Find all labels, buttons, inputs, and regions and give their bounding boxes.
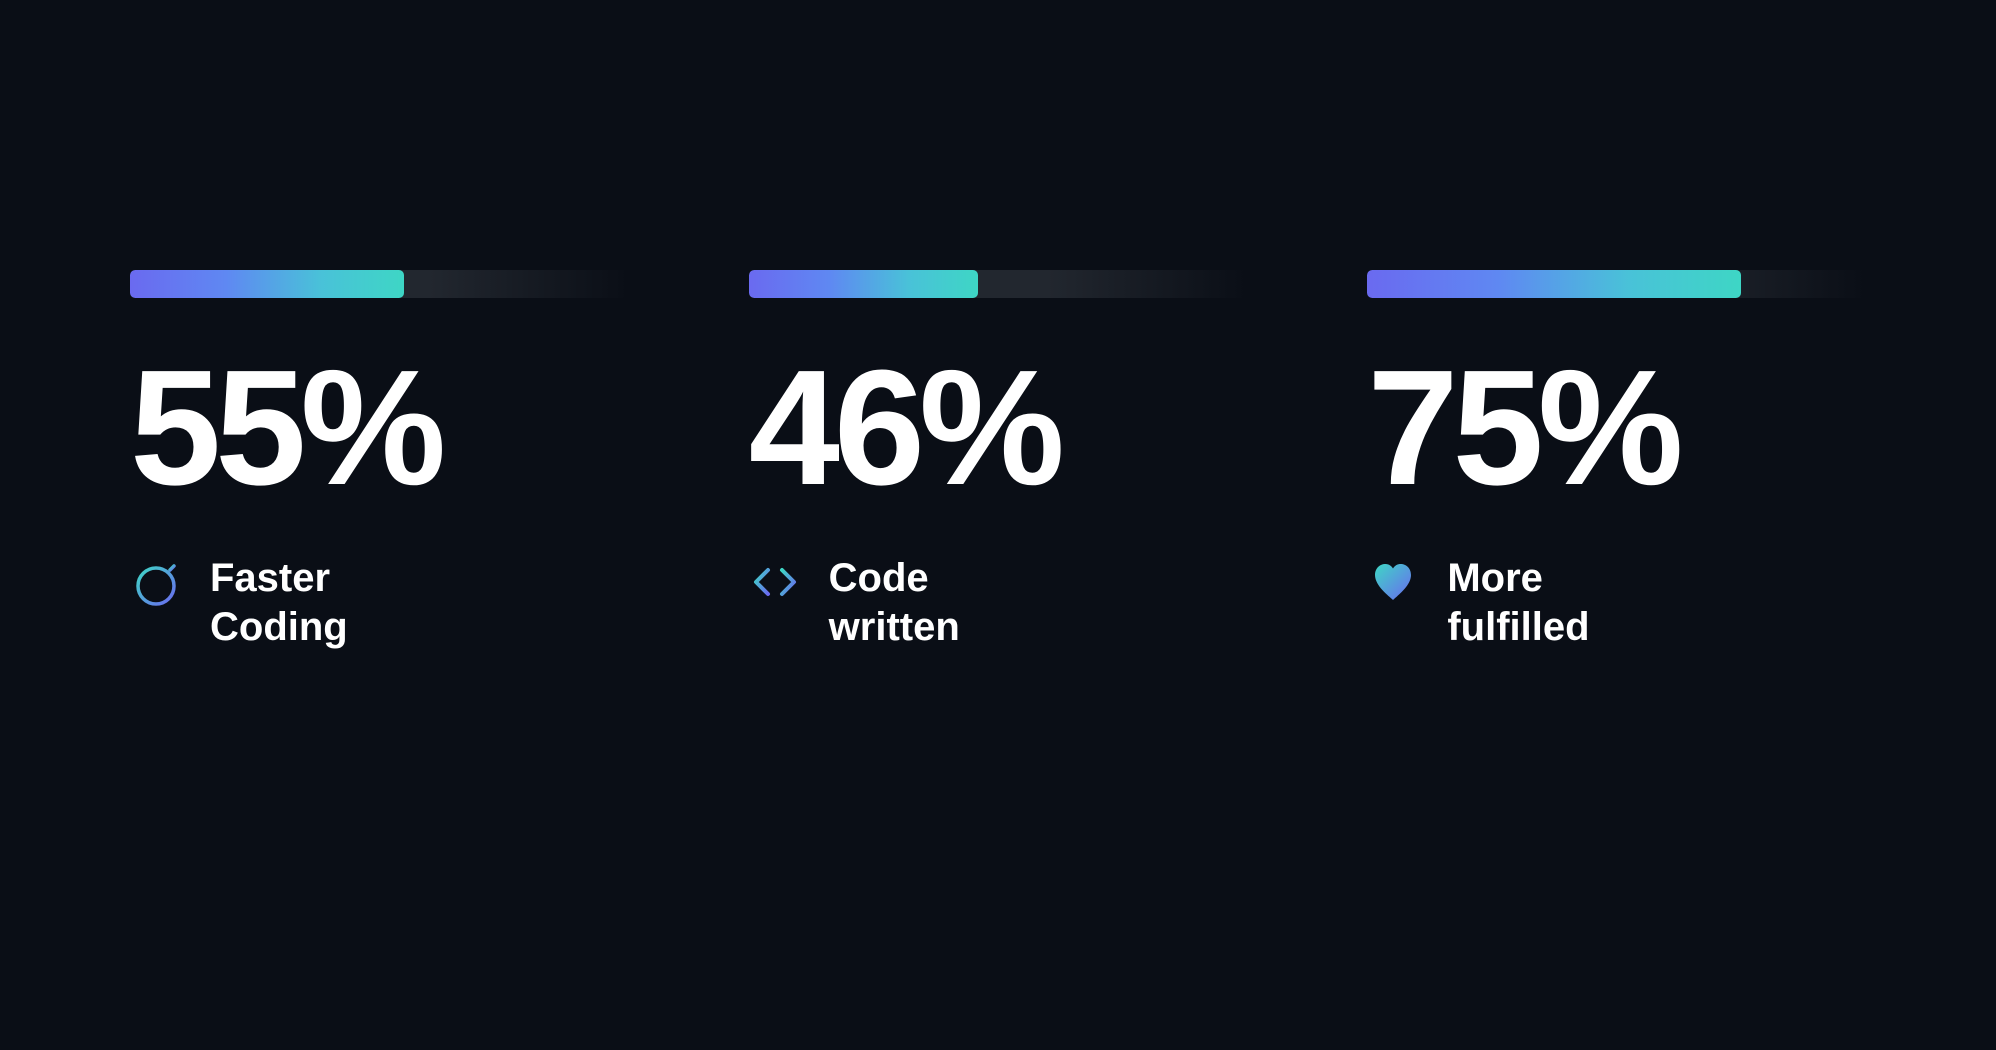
progress-bar bbox=[130, 270, 629, 298]
stats-row: 55% Faster Coding bbox=[0, 0, 1996, 652]
progress-fill bbox=[749, 270, 978, 298]
stat-card-more-fulfilled: 75% More fulfilled bbox=[1367, 270, 1866, 652]
stopwatch-icon bbox=[130, 556, 182, 608]
code-brackets-icon bbox=[749, 556, 801, 608]
progress-bar bbox=[1367, 270, 1866, 298]
stat-label: Faster Coding bbox=[210, 554, 348, 652]
progress-fill bbox=[1367, 270, 1741, 298]
stat-label: More fulfilled bbox=[1447, 554, 1589, 652]
progress-bar bbox=[749, 270, 1248, 298]
stat-value: 46% bbox=[749, 346, 1248, 510]
stat-card-faster-coding: 55% Faster Coding bbox=[130, 270, 629, 652]
stat-value: 55% bbox=[130, 346, 629, 510]
stat-label-row: More fulfilled bbox=[1367, 554, 1866, 652]
stat-label: Code written bbox=[829, 554, 960, 652]
stat-label-row: Faster Coding bbox=[130, 554, 629, 652]
stat-card-code-written: 46% Code written bbox=[749, 270, 1248, 652]
progress-fill bbox=[130, 270, 404, 298]
stat-label-row: Code written bbox=[749, 554, 1248, 652]
heart-icon bbox=[1367, 556, 1419, 608]
stat-value: 75% bbox=[1367, 346, 1866, 510]
